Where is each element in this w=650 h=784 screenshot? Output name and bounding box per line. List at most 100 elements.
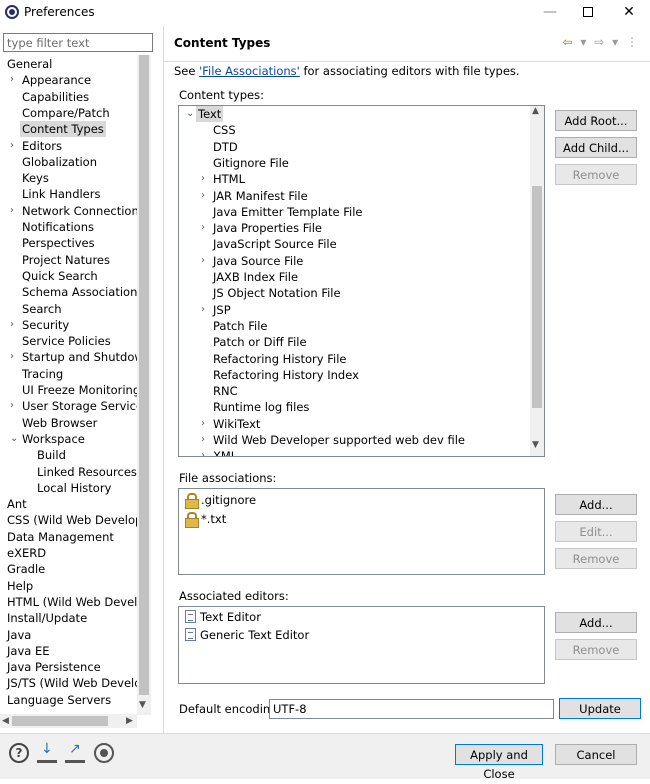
forward-dropdown-icon[interactable]: ▾ bbox=[612, 35, 618, 49]
nav-item[interactable]: JS/TS (Wild Web Developer) bbox=[0, 675, 137, 691]
add-child-button[interactable]: Add Child... bbox=[555, 137, 637, 158]
nav-item[interactable]: › Editors bbox=[0, 138, 137, 154]
nav-item[interactable]: Install/Update bbox=[0, 610, 137, 626]
scroll-down-arrow-icon[interactable]: ▼ bbox=[139, 700, 146, 710]
list-item[interactable]: Generic Text Editor bbox=[185, 626, 309, 644]
nav-item[interactable]: Link Handlers bbox=[0, 186, 137, 202]
chevron-right-icon[interactable]: › bbox=[201, 188, 211, 204]
panel-divider[interactable] bbox=[163, 26, 164, 733]
apply-and-close-button[interactable]: Apply and Close bbox=[455, 744, 543, 781]
chevron-right-icon[interactable]: › bbox=[201, 171, 211, 187]
nav-item[interactable]: Capabilities bbox=[0, 89, 137, 105]
nav-item[interactable]: Perspectives bbox=[0, 235, 137, 251]
nav-item[interactable]: Compare/Patch bbox=[0, 105, 137, 121]
nav-horizontal-scroll-thumb[interactable] bbox=[12, 716, 108, 726]
nav-item[interactable]: Notifications bbox=[0, 219, 137, 235]
chevron-right-icon[interactable]: › bbox=[10, 72, 20, 88]
content-type-item[interactable]: Refactoring History Index bbox=[179, 367, 544, 383]
content-type-item[interactable]: › JSP bbox=[179, 302, 544, 318]
nav-item[interactable]: › Network Connections bbox=[0, 203, 137, 219]
remove-editor-button[interactable]: Remove bbox=[555, 639, 637, 660]
nav-item[interactable]: › Security bbox=[0, 317, 137, 333]
content-type-item[interactable]: › Wild Web Developer supported web dev fi… bbox=[179, 432, 544, 448]
minimize-button[interactable]: — bbox=[530, 2, 570, 24]
nav-item[interactable]: Gradle bbox=[0, 561, 137, 577]
nav-item[interactable]: ›Startup and Shutdown bbox=[0, 349, 137, 365]
scroll-up-arrow-icon[interactable]: ▲ bbox=[532, 106, 539, 116]
default-encoding-input[interactable] bbox=[269, 699, 554, 719]
scroll-down-arrow-icon[interactable]: ▼ bbox=[532, 440, 539, 450]
nav-item[interactable]: Project Natures bbox=[0, 252, 137, 268]
nav-item[interactable]: Quick Search bbox=[0, 268, 137, 284]
chevron-right-icon[interactable]: › bbox=[10, 203, 20, 219]
scroll-left-arrow-icon[interactable]: ◀ bbox=[2, 714, 9, 728]
content-type-item[interactable]: JS Object Notation File bbox=[179, 285, 544, 301]
chevron-right-icon[interactable]: › bbox=[10, 398, 20, 414]
content-type-item[interactable]: JavaScript Source File bbox=[179, 236, 544, 252]
nav-item[interactable]: › User Storage Service bbox=[0, 398, 137, 414]
nav-item[interactable]: ⌄ Workspace bbox=[0, 431, 137, 447]
nav-item[interactable]: Build bbox=[0, 447, 137, 463]
content-type-item[interactable]: Patch or Diff File bbox=[179, 334, 544, 350]
chevron-right-icon[interactable]: › bbox=[10, 349, 20, 365]
nav-item[interactable]: Language Servers bbox=[0, 692, 137, 708]
chevron-right-icon[interactable]: › bbox=[201, 416, 211, 432]
content-type-item[interactable]: › XML bbox=[179, 448, 544, 456]
update-button[interactable]: Update bbox=[559, 698, 641, 719]
content-type-item[interactable]: Runtime log files bbox=[179, 399, 544, 415]
nav-vertical-scrollbar[interactable]: ▼ bbox=[137, 55, 151, 715]
chevron-right-icon[interactable]: › bbox=[201, 432, 211, 448]
remove-content-type-button[interactable]: Remove bbox=[555, 164, 637, 185]
content-type-item[interactable]: CSS bbox=[179, 122, 544, 138]
content-type-item[interactable]: Gitignore File bbox=[179, 155, 544, 171]
help-icon[interactable]: ? bbox=[9, 743, 29, 763]
chevron-down-icon[interactable]: ⌄ bbox=[186, 106, 196, 122]
remove-file-association-button[interactable]: Remove bbox=[555, 548, 637, 569]
nav-item[interactable]: ▾General bbox=[0, 56, 137, 72]
chevron-down-icon[interactable]: ▾ bbox=[0, 56, 5, 72]
chevron-right-icon[interactable]: › bbox=[10, 317, 20, 333]
content-type-item[interactable]: Patch File bbox=[179, 318, 544, 334]
add-root-button[interactable]: Add Root... bbox=[555, 110, 637, 131]
content-type-item[interactable]: › Java Source File bbox=[179, 253, 544, 269]
nav-item[interactable]: Service Policies bbox=[0, 333, 137, 349]
nav-item[interactable]: Java EE bbox=[0, 643, 137, 659]
forward-arrow-icon[interactable]: ⇨ bbox=[594, 35, 604, 49]
nav-item[interactable]: Help bbox=[0, 578, 137, 594]
content-type-item[interactable]: RNC bbox=[179, 383, 544, 399]
nav-item[interactable]: HTML (Wild Web Developer) bbox=[0, 594, 137, 610]
nav-item[interactable]: Local History bbox=[0, 480, 137, 496]
nav-item[interactable]: Data Management bbox=[0, 529, 137, 545]
list-item[interactable]: Text Editor bbox=[185, 608, 261, 626]
nav-item[interactable]: Content Types bbox=[0, 121, 137, 138]
import-icon[interactable] bbox=[37, 741, 57, 763]
content-types-scrollbar[interactable]: ▲ ▼ bbox=[530, 106, 544, 456]
content-type-item[interactable]: JAXB Index File bbox=[179, 269, 544, 285]
chevron-right-icon[interactable]: › bbox=[201, 448, 211, 456]
chevron-right-icon[interactable]: › bbox=[201, 220, 211, 236]
add-file-association-button[interactable]: Add... bbox=[555, 494, 637, 515]
content-type-item[interactable]: Refactoring History File bbox=[179, 351, 544, 367]
content-type-item[interactable]: › HTML bbox=[179, 171, 544, 187]
nav-item[interactable]: Schema Associations bbox=[0, 284, 137, 300]
content-types-scroll-thumb[interactable] bbox=[532, 186, 542, 408]
nav-item[interactable]: › Appearance bbox=[0, 72, 137, 88]
content-type-item[interactable]: › WikiText bbox=[179, 416, 544, 432]
scroll-right-arrow-icon[interactable]: ▶ bbox=[126, 714, 133, 728]
list-item[interactable]: .gitignore bbox=[185, 491, 256, 509]
content-type-item[interactable]: DTD bbox=[179, 139, 544, 155]
nav-item[interactable]: CSS (Wild Web Developer) bbox=[0, 512, 137, 528]
nav-horizontal-scrollbar[interactable]: ◀ ▶ bbox=[0, 714, 137, 728]
content-type-item[interactable]: ⌄ Text bbox=[179, 106, 544, 122]
maximize-button[interactable] bbox=[568, 2, 608, 24]
view-menu-icon[interactable]: ⋮ bbox=[626, 35, 638, 49]
nav-item[interactable]: Ant bbox=[0, 496, 137, 512]
nav-item[interactable]: Java bbox=[0, 627, 137, 643]
content-type-item[interactable]: Java Emitter Template File bbox=[179, 204, 544, 220]
record-icon[interactable] bbox=[94, 743, 114, 763]
chevron-down-icon[interactable]: ⌄ bbox=[10, 431, 20, 447]
export-icon[interactable] bbox=[65, 741, 85, 763]
chevron-right-icon[interactable]: › bbox=[201, 302, 211, 318]
nav-item[interactable]: eXERD bbox=[0, 545, 137, 561]
list-item[interactable]: *.txt bbox=[185, 510, 226, 528]
